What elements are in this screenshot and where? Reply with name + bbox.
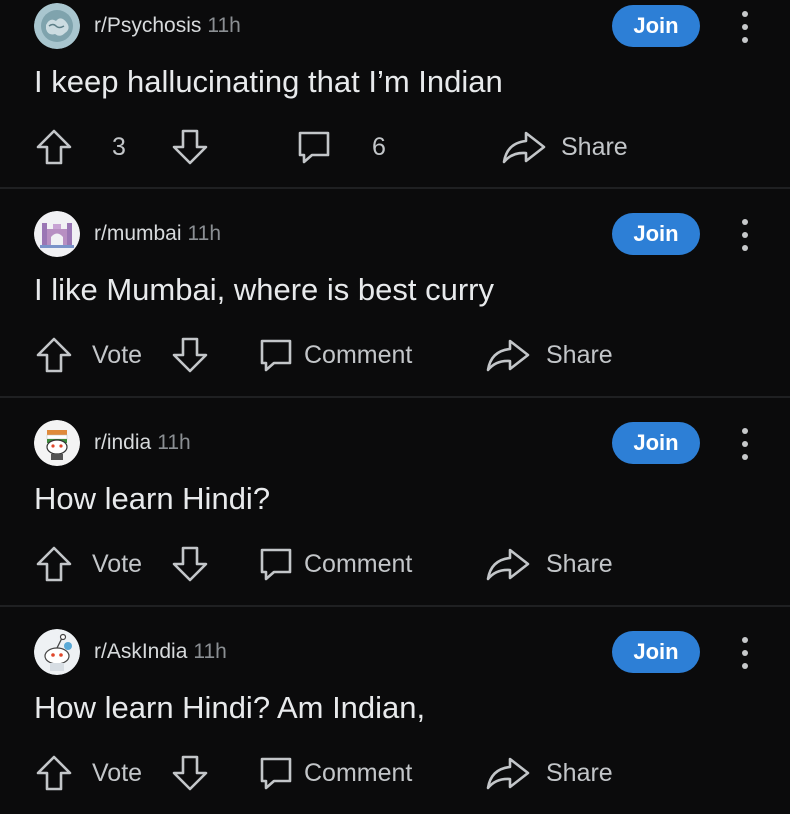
comment-count[interactable]: 6 bbox=[372, 127, 386, 167]
post-actions: 3 6 Share bbox=[0, 127, 790, 167]
post-card[interactable]: r/Psychosis 11h Join I keep hallucinating… bbox=[0, 0, 790, 188]
post-title[interactable]: I keep hallucinating that I’m Indian bbox=[34, 63, 503, 101]
comment-icon[interactable] bbox=[256, 753, 296, 793]
upvote-icon[interactable] bbox=[34, 544, 74, 584]
post-card[interactable]: r/india 11h Join How learn Hindi? Vote Co… bbox=[0, 398, 790, 605]
post-feed: r/Psychosis 11h Join I keep hallucinating… bbox=[0, 0, 790, 800]
upvote-icon[interactable] bbox=[34, 127, 74, 167]
brain-avatar-icon[interactable] bbox=[34, 3, 80, 49]
post-card[interactable]: r/mumbai 11h Join I like Mumbai, where is… bbox=[0, 189, 790, 396]
vote-label: Vote bbox=[92, 759, 143, 787]
vote-count: 3 bbox=[112, 133, 126, 161]
more-options-icon[interactable] bbox=[734, 215, 756, 255]
downvote-icon[interactable] bbox=[170, 127, 210, 167]
join-button[interactable]: Join bbox=[612, 422, 700, 464]
snoo-askindia-avatar-icon[interactable] bbox=[34, 629, 80, 675]
comment-label[interactable]: Comment bbox=[304, 335, 412, 375]
more-options-icon[interactable] bbox=[734, 424, 756, 464]
post-time: 11h bbox=[157, 431, 191, 454]
post-title[interactable]: How learn Hindi? Am Indian, bbox=[34, 689, 425, 727]
comment-label[interactable]: Comment bbox=[304, 544, 412, 584]
gateway-avatar-icon[interactable] bbox=[34, 211, 80, 257]
post-actions: Vote Comment Share bbox=[0, 753, 790, 793]
share-label[interactable]: Share bbox=[546, 753, 613, 793]
comment-icon[interactable] bbox=[294, 127, 334, 167]
join-button[interactable]: Join bbox=[612, 213, 700, 255]
subreddit-line: r/india 11h bbox=[94, 430, 191, 456]
share-label[interactable]: Share bbox=[546, 544, 613, 584]
snoo-india-avatar-icon[interactable] bbox=[34, 420, 80, 466]
join-button[interactable]: Join bbox=[612, 631, 700, 673]
join-button[interactable]: Join bbox=[612, 5, 700, 47]
downvote-icon[interactable] bbox=[170, 335, 210, 375]
comment-label[interactable]: Comment bbox=[304, 753, 412, 793]
subreddit-name[interactable]: r/india bbox=[94, 431, 151, 454]
upvote-icon[interactable] bbox=[34, 335, 74, 375]
subreddit-name[interactable]: r/Psychosis bbox=[94, 14, 201, 37]
vote-label: Vote bbox=[92, 550, 143, 578]
post-card[interactable]: r/AskIndia 11h Join How learn Hindi? Am I… bbox=[0, 607, 790, 814]
downvote-icon[interactable] bbox=[170, 753, 210, 793]
post-actions: Vote Comment Share bbox=[0, 335, 790, 375]
share-label[interactable]: Share bbox=[546, 335, 613, 375]
post-actions: Vote Comment Share bbox=[0, 544, 790, 584]
subreddit-line: r/AskIndia 11h bbox=[94, 639, 227, 665]
share-icon[interactable] bbox=[484, 753, 532, 793]
subreddit-line: r/mumbai 11h bbox=[94, 221, 221, 247]
post-time: 11h bbox=[187, 222, 222, 245]
vote-label: Vote bbox=[92, 341, 143, 369]
post-title[interactable]: I like Mumbai, where is best curry bbox=[34, 271, 494, 309]
post-time: 11h bbox=[207, 14, 241, 37]
share-icon[interactable] bbox=[484, 335, 532, 375]
post-title[interactable]: How learn Hindi? bbox=[34, 480, 270, 518]
subreddit-name[interactable]: r/mumbai bbox=[94, 222, 182, 245]
comment-icon[interactable] bbox=[256, 544, 296, 584]
share-icon[interactable] bbox=[500, 127, 548, 167]
downvote-icon[interactable] bbox=[170, 544, 210, 584]
more-options-icon[interactable] bbox=[734, 7, 756, 47]
upvote-icon[interactable] bbox=[34, 753, 74, 793]
post-time: 11h bbox=[193, 640, 227, 663]
subreddit-name[interactable]: r/AskIndia bbox=[94, 640, 187, 663]
comment-icon[interactable] bbox=[256, 335, 296, 375]
subreddit-line: r/Psychosis 11h bbox=[94, 13, 241, 39]
share-icon[interactable] bbox=[484, 544, 532, 584]
more-options-icon[interactable] bbox=[734, 633, 756, 673]
share-label[interactable]: Share bbox=[561, 127, 628, 167]
